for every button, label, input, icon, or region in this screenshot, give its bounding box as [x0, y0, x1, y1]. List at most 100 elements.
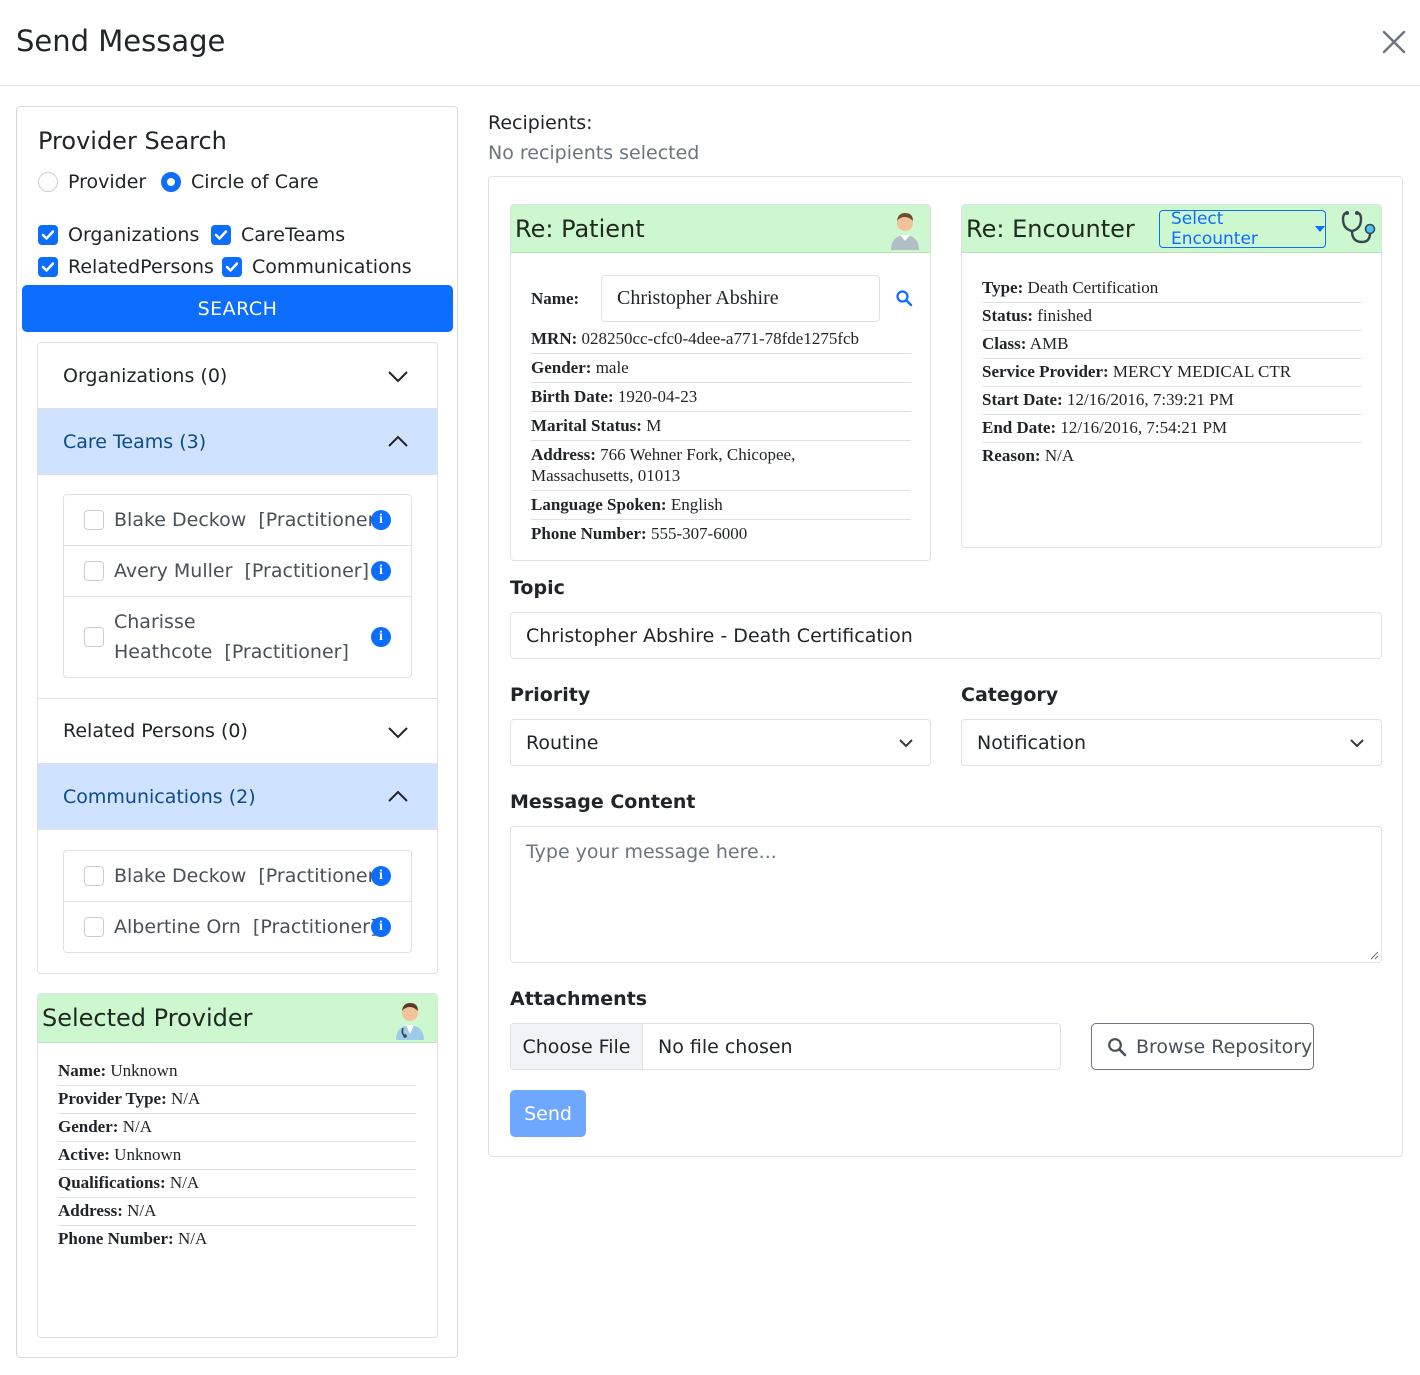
patient-field-birth-date: Birth Date: 1920-04-23: [531, 383, 911, 412]
patient-field-address: Address: 766 Wehner Fork, Chicopee, Mass…: [531, 441, 911, 491]
accordion-organizations[interactable]: Organizations (0): [38, 343, 437, 409]
search-icon[interactable]: [895, 289, 913, 307]
accordion-related-persons[interactable]: Related Persons (0): [38, 698, 437, 764]
attachments-label: Attachments: [510, 988, 648, 1010]
category-select[interactable]: Notification: [961, 719, 1382, 766]
radio-circle-of-care[interactable]: Circle of Care: [161, 171, 319, 193]
accordion-communications[interactable]: Communications (2): [38, 764, 437, 830]
provider-field-address: Address: N/A: [58, 1198, 416, 1226]
browse-repository-button[interactable]: Browse Repository: [1091, 1023, 1314, 1070]
message-content-textarea[interactable]: Type your message here...: [510, 826, 1382, 963]
accordion-care-teams-label: Care Teams (3): [63, 430, 207, 453]
patient-name-label: Name:: [531, 289, 580, 308]
checkbox-relatedpersons[interactable]: RelatedPersons: [38, 256, 214, 278]
list-item-checkbox[interactable]: [84, 627, 104, 647]
list-item-label: Charisse Heathcote [Practitioner]: [114, 611, 349, 663]
checkbox-organizations[interactable]: Organizations: [38, 224, 199, 246]
provider-search-title: Provider Search: [38, 127, 227, 155]
priority-select[interactable]: Routine: [510, 719, 931, 766]
list-item[interactable]: Blake Deckow [Practitioner] i: [64, 851, 411, 902]
radio-provider-circle[interactable]: [38, 172, 58, 192]
checkbox-careteams-label: CareTeams: [241, 224, 346, 246]
topic-label: Topic: [510, 577, 565, 599]
provider-field-name: Name: Unknown: [58, 1058, 416, 1086]
provider-search-panel: Provider Search Provider Circle of Care …: [16, 106, 458, 1358]
list-item-label: Avery Muller [Practitioner]: [114, 560, 369, 582]
stethoscope-icon: [1341, 211, 1376, 244]
resize-handle-icon[interactable]: [1369, 950, 1379, 960]
topic-input[interactable]: Christopher Abshire - Death Certificatio…: [510, 612, 1382, 659]
accordion-care-teams[interactable]: Care Teams (3): [38, 409, 437, 475]
radio-circle-of-care-label: Circle of Care: [191, 171, 319, 193]
modal-header: Send Message: [0, 0, 1420, 86]
patient-field-marital-status: Marital Status: M: [531, 412, 911, 441]
list-item[interactable]: Albertine Orn [Practitioner] i: [64, 902, 411, 953]
encounter-fields: Type: Death Certification Status: finish…: [982, 275, 1362, 470]
encounter-field-type: Type: Death Certification: [982, 275, 1362, 303]
list-item-checkbox[interactable]: [84, 866, 104, 886]
send-button[interactable]: Send: [510, 1090, 586, 1137]
list-item-checkbox[interactable]: [84, 510, 104, 530]
selected-provider-header: Selected Provider: [38, 994, 437, 1043]
close-icon: [1382, 30, 1406, 54]
selected-provider-title: Selected Provider: [42, 1004, 253, 1032]
checkbox-careteams-box[interactable]: [211, 225, 231, 245]
accordion-related-persons-label: Related Persons (0): [63, 720, 248, 742]
patient-icon: [891, 213, 919, 250]
info-icon[interactable]: i: [371, 561, 391, 581]
list-item-label: Blake Deckow [Practitioner]: [114, 509, 383, 531]
priority-value: Routine: [526, 731, 599, 754]
chevron-down-icon: [388, 727, 408, 739]
radio-provider-label: Provider: [68, 171, 147, 193]
patient-name-input[interactable]: Christopher Abshire: [601, 275, 880, 322]
info-icon[interactable]: i: [371, 627, 391, 647]
file-input[interactable]: Choose File No file chosen: [510, 1023, 1061, 1070]
provider-field-qualifications: Qualifications: N/A: [58, 1170, 416, 1198]
search-icon: [1108, 1037, 1127, 1056]
chevron-down-icon: [899, 739, 913, 748]
info-icon[interactable]: i: [371, 866, 391, 886]
radio-provider[interactable]: Provider: [38, 171, 146, 193]
check-icon: [41, 230, 55, 240]
recipients-label: Recipients:: [488, 112, 593, 134]
patient-card-header: Re: Patient: [511, 205, 930, 253]
results-accordion: Organizations (0) Care Teams (3) Blake D…: [37, 342, 438, 974]
checkbox-relatedpersons-box[interactable]: [38, 257, 58, 277]
category-label: Category: [961, 684, 1059, 706]
choose-file-button[interactable]: Choose File: [511, 1024, 643, 1069]
list-item[interactable]: Charisse Heathcote [Practitioner] i: [64, 597, 411, 677]
encounter-field-service-provider: Service Provider: MERCY MEDICAL CTR: [982, 359, 1362, 387]
encounter-card-header: Re: Encounter Select Encounter: [962, 205, 1381, 253]
list-item-checkbox[interactable]: [84, 917, 104, 937]
list-item[interactable]: Avery Muller [Practitioner] i: [64, 546, 411, 597]
provider-field-phone: Phone Number: N/A: [58, 1229, 208, 1248]
priority-label: Priority: [510, 684, 591, 706]
chevron-up-icon: [388, 435, 408, 447]
encounter-field-reason: Reason: N/A: [982, 446, 1075, 465]
close-button[interactable]: [1378, 26, 1410, 58]
message-form-panel: Re: Patient Name: Christopher Abshire MR…: [488, 176, 1403, 1157]
list-item[interactable]: Blake Deckow [Practitioner] i: [64, 495, 411, 546]
patient-fields: MRN: 028250cc-cfc0-4dee-a771-78fde1275fc…: [531, 325, 911, 548]
checkbox-organizations-label: Organizations: [68, 224, 200, 246]
checkbox-careteams[interactable]: CareTeams: [211, 224, 345, 246]
chevron-down-icon: [1350, 739, 1364, 748]
select-encounter-button[interactable]: Select Encounter: [1159, 209, 1326, 249]
checkbox-communications-box[interactable]: [222, 257, 242, 277]
doctor-icon: [396, 1003, 424, 1040]
patient-card-title: Re: Patient: [515, 215, 645, 243]
check-icon: [225, 262, 239, 272]
patient-card: Re: Patient Name: Christopher Abshire MR…: [510, 204, 931, 561]
list-item-checkbox[interactable]: [84, 561, 104, 581]
encounter-field-end-date: End Date: 12/16/2016, 7:54:21 PM: [982, 415, 1362, 443]
encounter-card-title: Re: Encounter: [966, 215, 1135, 243]
encounter-field-status: Status: finished: [982, 303, 1362, 331]
info-icon[interactable]: i: [371, 917, 391, 937]
radio-circle-of-care-circle[interactable]: [161, 172, 181, 192]
info-icon[interactable]: i: [371, 510, 391, 530]
search-button[interactable]: SEARCH: [22, 285, 453, 332]
checkbox-organizations-box[interactable]: [38, 225, 58, 245]
communications-list: Blake Deckow [Practitioner] i Albertine …: [63, 850, 412, 953]
provider-field-type: Provider Type: N/A: [58, 1086, 416, 1114]
checkbox-communications[interactable]: Communications: [222, 256, 412, 278]
